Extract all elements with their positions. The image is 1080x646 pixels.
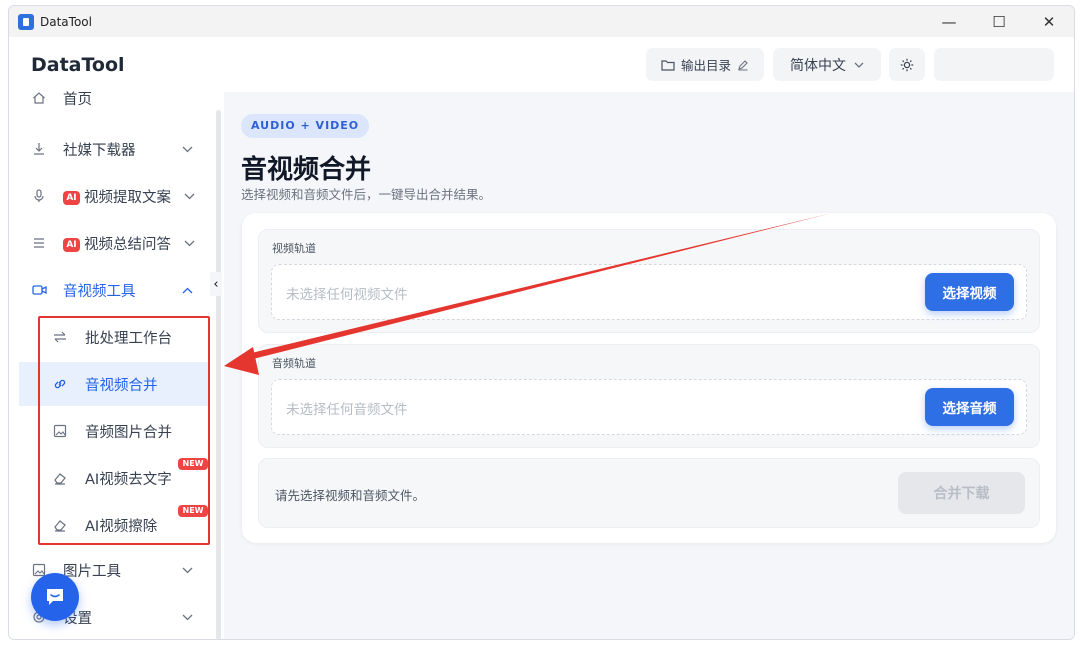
- sun-icon: [900, 58, 914, 71]
- video-file-placeholder: 未选择任何视频文件: [286, 287, 408, 303]
- sidebar-item-av-tools[interactable]: 音视频工具: [9, 270, 209, 310]
- audio-file-placeholder: 未选择任何音频文件: [286, 402, 408, 418]
- language-value: 简体中文: [790, 57, 846, 74]
- audio-drop-zone[interactable]: 未选择任何音频文件 选择音频: [271, 379, 1027, 435]
- brand-name: DataTool: [31, 54, 125, 76]
- main-content: AUDIO + VIDEO 音视频合并 选择视频和音频文件后，一键导出合并结果。…: [224, 92, 1074, 639]
- window-controls: — ☐ ✕: [924, 6, 1074, 37]
- maximize-button[interactable]: ☐: [974, 6, 1024, 37]
- chevron-down-icon: [181, 564, 193, 576]
- audio-track-section: 音频轨道 未选择任何音频文件 选择音频: [258, 344, 1040, 448]
- edit-icon: [738, 59, 748, 71]
- chevron-down-icon: [181, 143, 193, 155]
- sidebar-item-social-downloader[interactable]: 社媒下载器: [9, 129, 209, 169]
- app-logo-icon: [18, 13, 34, 30]
- output-directory-button[interactable]: 输出目录: [646, 48, 764, 81]
- sidebar-item-home[interactable]: 首页: [9, 78, 209, 118]
- merge-card: 视频轨道 未选择任何视频文件 选择视频 音频轨道 未选择任何音频文件 选择音频 …: [242, 213, 1056, 543]
- sidebar-collapse-button[interactable]: ‹: [210, 272, 222, 296]
- sidebar: 首页 社媒下载器 AI 视频提取文案 AI 视频总结问答 音视频工具 批处理工作台: [9, 92, 224, 639]
- theme-toggle-button[interactable]: [889, 48, 925, 81]
- sidebar-item-label: 图片工具: [63, 563, 121, 580]
- download-icon: [31, 141, 47, 157]
- sidebar-item-video-summary[interactable]: AI 视频总结问答: [9, 223, 209, 263]
- audio-track-label: 音频轨道: [272, 357, 316, 370]
- sidebar-item-label: 视频总结问答: [84, 236, 171, 253]
- app-window: DataTool — ☐ ✕ DataTool 输出目录 简体中文 首页 社媒下…: [8, 5, 1075, 640]
- list-icon: [31, 235, 47, 251]
- video-track-label: 视频轨道: [272, 242, 316, 255]
- sidebar-item-label: 社媒下载器: [63, 142, 136, 159]
- output-directory-label: 输出目录: [680, 58, 731, 73]
- annotation-highlight-box: [38, 316, 210, 545]
- ai-badge: AI: [63, 237, 80, 252]
- close-button[interactable]: ✕: [1024, 6, 1074, 37]
- chevron-up-icon: [181, 284, 193, 296]
- header-empty-slot: [934, 48, 1054, 81]
- page-subtitle: 选择视频和音频文件后，一键导出合并结果。: [241, 187, 492, 202]
- sidebar-item-label: 音视频工具: [63, 283, 136, 300]
- folder-icon: [661, 59, 675, 71]
- page-title: 音视频合并: [241, 155, 372, 185]
- merge-download-button[interactable]: 合并下载: [898, 472, 1025, 514]
- minimize-button[interactable]: —: [924, 6, 974, 37]
- chat-icon: [47, 589, 63, 605]
- chevron-down-icon: [181, 611, 193, 623]
- chevron-down-icon: [183, 190, 195, 202]
- sidebar-item-label-wrap: AI 视频总结问答: [63, 233, 171, 254]
- sidebar-item-label: 首页: [63, 91, 92, 108]
- video-drop-zone[interactable]: 未选择任何视频文件 选择视频: [271, 264, 1027, 320]
- sidebar-item-label-wrap: AI 视频提取文案: [63, 186, 171, 207]
- home-icon: [31, 90, 47, 106]
- sidebar-item-label: 视频提取文案: [84, 189, 171, 206]
- title-bar: DataTool — ☐ ✕: [9, 6, 1074, 37]
- chat-support-button[interactable]: [31, 573, 79, 621]
- video-track-section: 视频轨道 未选择任何视频文件 选择视频: [258, 229, 1040, 333]
- status-message: 请先选择视频和音频文件。: [275, 488, 426, 503]
- microphone-icon: [31, 188, 47, 204]
- chevron-down-icon: [183, 237, 195, 249]
- sidebar-scrollbar[interactable]: [216, 110, 221, 639]
- merge-status-section: 请先选择视频和音频文件。 合并下载: [258, 458, 1040, 528]
- select-video-button[interactable]: 选择视频: [925, 273, 1014, 311]
- sidebar-item-video-transcript[interactable]: AI 视频提取文案: [9, 176, 209, 216]
- select-audio-button[interactable]: 选择音频: [925, 388, 1014, 426]
- video-icon: [31, 282, 47, 298]
- window-title: DataTool: [40, 14, 92, 29]
- ai-badge: AI: [63, 190, 80, 205]
- category-chip: AUDIO + VIDEO: [241, 114, 370, 138]
- chevron-down-icon: [854, 62, 864, 68]
- language-select[interactable]: 简体中文: [773, 48, 881, 81]
